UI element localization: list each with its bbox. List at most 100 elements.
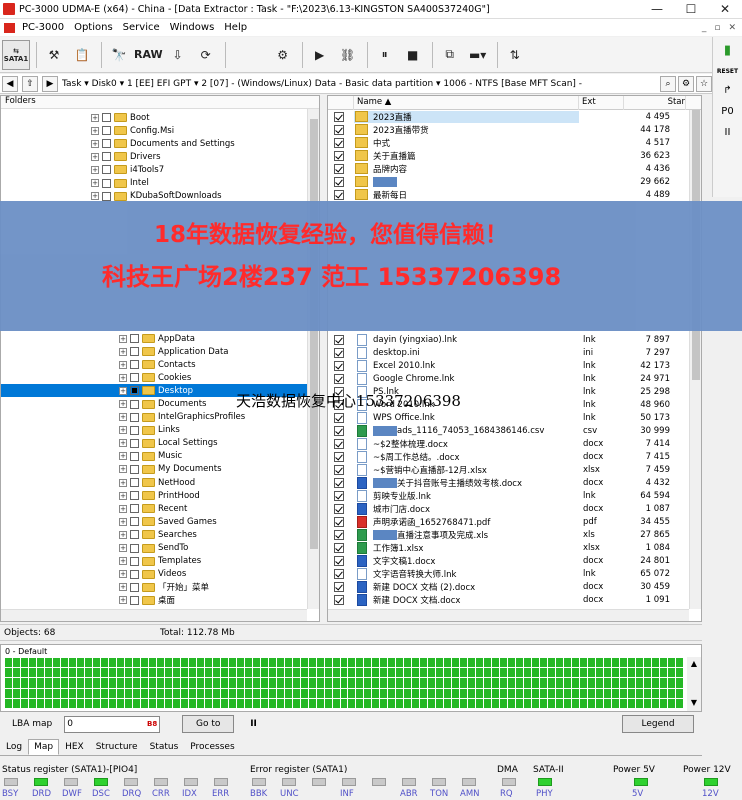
goto-button[interactable]: Go to: [182, 715, 235, 733]
file-checkbox[interactable]: [334, 517, 344, 528]
folder-checkbox[interactable]: [130, 360, 139, 370]
expand-icon[interactable]: +: [119, 360, 127, 369]
tools-icon[interactable]: ⚒: [41, 40, 67, 70]
file-row[interactable]: 品牌内容 4 436: [328, 162, 701, 175]
file-checkbox[interactable]: [334, 491, 344, 502]
folder-tree-item[interactable]: + NetHood: [1, 476, 307, 489]
folder-tree-item[interactable]: + Saved Games: [1, 515, 307, 528]
lba-format-icon[interactable]: B8: [147, 720, 159, 728]
folder-checkbox[interactable]: [130, 543, 139, 553]
folder-checkbox[interactable]: [102, 152, 111, 162]
file-row[interactable]: 2023直播 4 495: [328, 110, 701, 123]
folder-checkbox[interactable]: [130, 569, 139, 579]
file-row[interactable]: 文字语音转换大师.lnk lnk 65 072: [328, 568, 690, 581]
folder-checkbox[interactable]: [130, 347, 139, 357]
star-icon[interactable]: ☆: [696, 75, 712, 92]
folder-tree-item[interactable]: + Recent: [1, 502, 307, 515]
folder-tree-item[interactable]: + Boot: [91, 111, 319, 124]
folder-tree-item[interactable]: + Music: [1, 450, 307, 463]
play-icon[interactable]: ▶: [307, 40, 333, 70]
network-icon[interactable]: ⛓: [335, 40, 361, 70]
file-checkbox[interactable]: [334, 438, 344, 449]
clipboard-icon[interactable]: 📋: [69, 40, 95, 70]
back-icon[interactable]: ◀: [2, 75, 18, 92]
file-row[interactable]: 文字文稿1.docx docx 24 801: [328, 555, 690, 568]
file-row[interactable]: 关于直播篇 36 623: [328, 149, 701, 162]
folder-checkbox[interactable]: [130, 438, 139, 448]
folder-checkbox[interactable]: [130, 504, 139, 514]
file-row[interactable]: Excel 2010.lnk lnk 42 173: [328, 359, 690, 372]
folders-vscroll[interactable]: [307, 109, 319, 609]
filter-icon[interactable]: ⚙: [678, 75, 694, 92]
folder-tree-item[interactable]: + 桌面: [1, 594, 307, 607]
file-checkbox[interactable]: [334, 189, 344, 200]
files-hscroll[interactable]: [328, 609, 689, 621]
file-row[interactable]: 2023直播带货 44 178: [328, 123, 701, 136]
expand-icon[interactable]: +: [91, 152, 99, 161]
folder-checkbox[interactable]: [102, 113, 111, 123]
tab-structure[interactable]: Structure: [90, 739, 144, 755]
file-row[interactable]: 工作簿1.xlsx xlsx 1 084: [328, 542, 690, 555]
folder-tree-item[interactable]: + SendTo: [1, 542, 307, 555]
expand-icon[interactable]: +: [91, 139, 99, 148]
expand-icon[interactable]: +: [119, 491, 127, 500]
col-ext[interactable]: Ext: [579, 96, 624, 110]
file-checkbox[interactable]: [334, 334, 344, 345]
power-button[interactable]: P0: [721, 106, 733, 117]
tab-hex[interactable]: HEX: [59, 739, 90, 755]
expand-icon[interactable]: +: [119, 557, 127, 566]
expand-icon[interactable]: +: [119, 583, 127, 592]
file-checkbox[interactable]: [334, 556, 344, 567]
expand-icon[interactable]: +: [119, 504, 127, 513]
sata-port-button[interactable]: ⇆ SATA1: [2, 39, 30, 70]
folder-tree-item[interactable]: + Cookies: [1, 371, 307, 384]
file-checkbox[interactable]: [334, 595, 344, 606]
file-row[interactable]: ~$营销中心直播部-12月.xlsx xlsx 7 459: [328, 463, 690, 476]
file-row[interactable]: 29 662: [328, 175, 701, 188]
col-start[interactable]: Star: [624, 96, 686, 110]
expand-icon[interactable]: +: [119, 465, 127, 474]
folder-tree-item[interactable]: + Templates: [1, 555, 307, 568]
file-checkbox[interactable]: [334, 425, 344, 436]
binoculars-icon[interactable]: 🔭: [106, 40, 132, 70]
mdi-restore-button[interactable]: ▫: [714, 23, 720, 33]
file-checkbox[interactable]: [334, 150, 344, 161]
expand-icon[interactable]: +: [91, 113, 99, 122]
menu-service[interactable]: Service: [118, 22, 165, 33]
search-icon[interactable]: ⌕: [660, 75, 676, 92]
sector-grid[interactable]: [5, 658, 683, 708]
file-checkbox[interactable]: [334, 582, 344, 593]
folder-tree-item[interactable]: + Documents and Settings: [91, 137, 319, 150]
pause-icon[interactable]: ⏸: [372, 40, 398, 70]
folder-checkbox[interactable]: [130, 595, 139, 605]
file-checkbox[interactable]: [334, 530, 344, 541]
expand-icon[interactable]: +: [119, 373, 127, 382]
file-checkbox[interactable]: [334, 569, 344, 580]
folder-checkbox[interactable]: [130, 412, 139, 422]
file-row[interactable]: 最新每日 4 489: [328, 188, 701, 201]
file-row[interactable]: 中式 4 517: [328, 136, 701, 149]
reset-button[interactable]: RESET: [717, 68, 738, 75]
expand-icon[interactable]: +: [91, 179, 99, 188]
file-row[interactable]: dayin (yingxiao).lnk lnk 7 897: [328, 333, 690, 346]
folder-checkbox[interactable]: [102, 191, 111, 201]
expand-icon[interactable]: +: [119, 478, 127, 487]
file-row[interactable]: 直播注意事项及完成.xls xls 27 865: [328, 529, 690, 542]
folder-tree-item[interactable]: + IntelGraphicsProfiles: [1, 411, 307, 424]
close-button[interactable]: ✕: [708, 2, 742, 16]
folder-checkbox[interactable]: [130, 478, 139, 488]
lba-input[interactable]: 0 B8: [64, 715, 161, 733]
raw-button[interactable]: RAW: [134, 40, 163, 70]
expand-icon[interactable]: +: [119, 570, 127, 579]
folder-checkbox[interactable]: [130, 491, 139, 501]
reset-arrow-icon[interactable]: ↱: [723, 85, 731, 96]
tab-status[interactable]: Status: [144, 739, 185, 755]
file-checkbox[interactable]: [334, 176, 344, 187]
refresh-icon[interactable]: ⟳: [193, 40, 219, 70]
folder-checkbox[interactable]: [130, 464, 139, 474]
menu-pc3000[interactable]: PC-3000: [17, 22, 69, 33]
folder-tree-item[interactable]: + Links: [1, 424, 307, 437]
menu-windows[interactable]: Windows: [165, 22, 220, 33]
file-checkbox[interactable]: [334, 543, 344, 554]
folder-tree-item[interactable]: + Drivers: [91, 150, 319, 163]
